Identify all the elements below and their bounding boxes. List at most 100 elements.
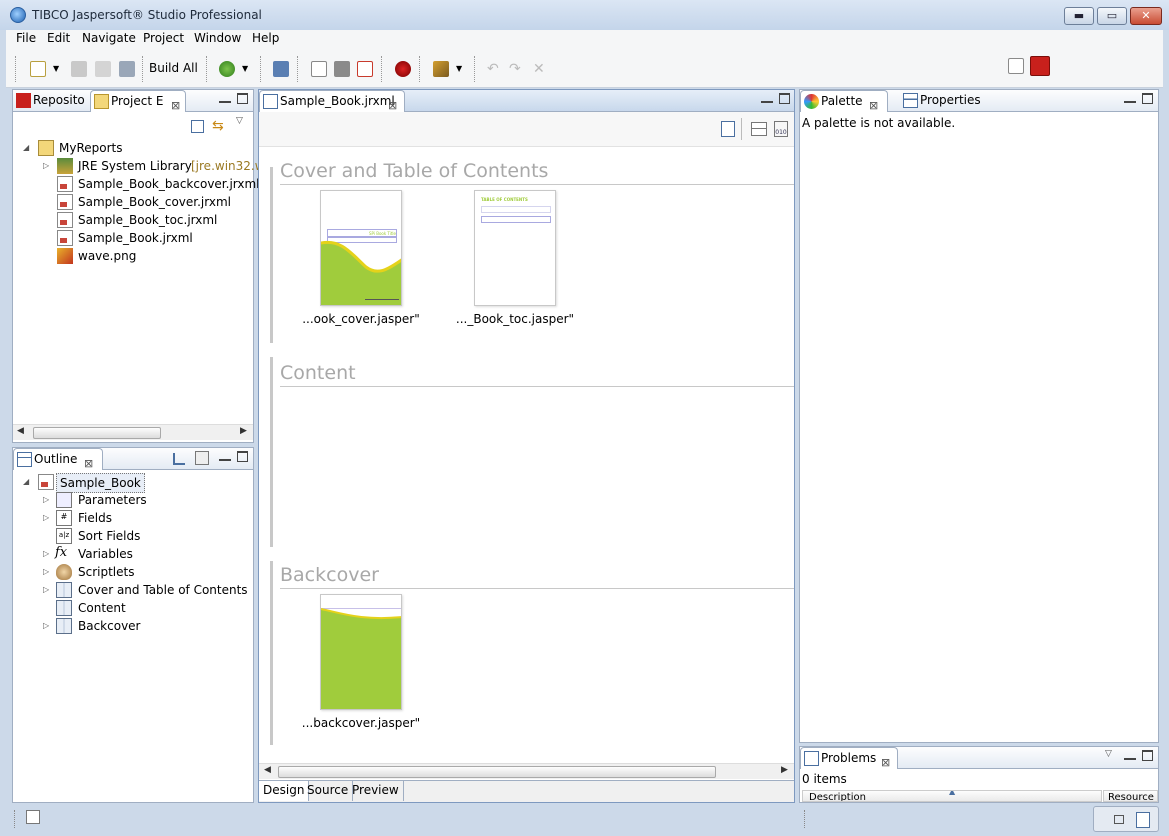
- scroll-left-icon[interactable]: ◀: [264, 765, 271, 775]
- collapsed-icon[interactable]: ▷: [43, 545, 49, 563]
- collapsed-icon[interactable]: ▷: [43, 581, 49, 599]
- column-header-description[interactable]: Description ▲: [802, 790, 1102, 802]
- scrollbar-thumb[interactable]: [278, 766, 716, 778]
- new-icon[interactable]: [30, 61, 46, 77]
- open-perspective-icon[interactable]: [1008, 58, 1024, 74]
- thumbnail-view-icon[interactable]: [195, 451, 209, 465]
- tab-repository[interactable]: Reposito: [13, 90, 89, 112]
- scrollbar-thumb[interactable]: [33, 427, 161, 439]
- run-dropdown-icon[interactable]: ▼: [242, 61, 250, 77]
- tree-label: Sample_Book_toc.jrxml: [78, 213, 218, 227]
- column-header-resource[interactable]: Resource: [1103, 790, 1158, 802]
- redo-icon[interactable]: ↷: [509, 61, 525, 77]
- save-all-icon[interactable]: [95, 61, 111, 77]
- tab-sample-book[interactable]: Sample_Book.jrxml ⊠: [259, 90, 405, 112]
- dataset-icon[interactable]: [334, 61, 350, 77]
- editor-toolbar: 010: [259, 112, 794, 147]
- folder-icon: [94, 94, 109, 109]
- expanded-icon[interactable]: ◢: [23, 139, 29, 157]
- maximize-panel-icon[interactable]: [237, 451, 248, 462]
- backcover-page-thumbnail[interactable]: [320, 594, 402, 710]
- tab-source[interactable]: Source: [303, 781, 354, 801]
- jaspersoft-perspective-icon[interactable]: [1030, 56, 1050, 76]
- maximize-panel-icon[interactable]: [1142, 93, 1153, 104]
- toolbar-separator: [381, 56, 382, 82]
- tools-icon[interactable]: [433, 61, 449, 77]
- properties-view-icon[interactable]: [751, 122, 767, 136]
- fast-view-icon[interactable]: [26, 810, 40, 824]
- build-all-button[interactable]: Build All: [149, 61, 198, 75]
- collapsed-icon[interactable]: ▷: [43, 563, 49, 581]
- tools-dropdown-icon[interactable]: ▼: [456, 61, 464, 77]
- maximize-panel-icon[interactable]: [779, 93, 790, 104]
- section-divider: [280, 184, 794, 185]
- outline-panel: Outline ⊠ ◢ Sample_Book ▷ Parameters ▷ #…: [12, 447, 254, 803]
- minimize-panel-icon[interactable]: [219, 93, 231, 103]
- tab-project-explorer[interactable]: Project E ⊠: [90, 90, 186, 112]
- menu-navigate[interactable]: Navigate: [82, 31, 136, 45]
- publish-icon[interactable]: [273, 61, 289, 77]
- collapsed-icon[interactable]: ▷: [43, 157, 49, 175]
- menu-window[interactable]: Window: [194, 31, 241, 45]
- scroll-left-icon[interactable]: ◀: [17, 426, 24, 436]
- close-tab-icon[interactable]: ⊠: [171, 95, 180, 112]
- maximize-button[interactable]: ▭: [1097, 7, 1127, 25]
- menu-file[interactable]: File: [16, 31, 36, 45]
- view-menu-icon[interactable]: ▽: [236, 116, 243, 126]
- report-icon[interactable]: [311, 61, 327, 77]
- close-tab-icon[interactable]: ⊠: [881, 752, 890, 769]
- cover-page-thumbnail[interactable]: SPi Book Title: [320, 190, 402, 306]
- cancel-icon[interactable]: ✕: [533, 61, 549, 77]
- scroll-right-icon[interactable]: ▶: [781, 765, 788, 775]
- restore-icon[interactable]: [1114, 815, 1124, 824]
- horizontal-scrollbar[interactable]: ◀ ▶: [13, 424, 253, 440]
- maximize-panel-icon[interactable]: [237, 93, 248, 104]
- save-icon[interactable]: [71, 61, 87, 77]
- tab-outline[interactable]: Outline ⊠: [13, 448, 103, 470]
- tab-properties[interactable]: Properties: [900, 90, 980, 112]
- tab-problems[interactable]: Problems ⊠: [800, 747, 898, 769]
- minimize-panel-icon[interactable]: [219, 451, 231, 461]
- scroll-right-icon[interactable]: ▶: [240, 426, 247, 436]
- close-tab-icon[interactable]: ⊠: [388, 95, 397, 112]
- collapsed-icon[interactable]: ▷: [43, 617, 49, 635]
- print-icon[interactable]: [119, 61, 135, 77]
- close-tab-icon[interactable]: ⊠: [869, 95, 878, 112]
- close-tab-icon[interactable]: ⊠: [84, 453, 93, 470]
- delete-report-icon[interactable]: [357, 61, 373, 77]
- menu-help[interactable]: Help: [252, 31, 279, 45]
- minimize-panel-icon[interactable]: [761, 93, 773, 103]
- run-icon[interactable]: [219, 61, 235, 77]
- horizontal-scrollbar[interactable]: ◀ ▶: [259, 763, 794, 779]
- collapsed-icon[interactable]: ▷: [43, 509, 49, 527]
- tab-design[interactable]: Design: [259, 781, 310, 801]
- toc-page-thumbnail[interactable]: TABLE OF CONTENTS: [474, 190, 556, 306]
- minimize-button[interactable]: ▬: [1064, 7, 1094, 25]
- menu-project[interactable]: Project: [143, 31, 184, 45]
- parameters-icon: [56, 492, 72, 508]
- debug-bug-icon[interactable]: [395, 61, 411, 77]
- toolbar-separator: [206, 56, 207, 82]
- section-title-cover: Cover and Table of Contents: [280, 160, 549, 182]
- tree-view-icon[interactable]: [173, 453, 185, 465]
- link-editor-icon[interactable]: ⇆: [212, 118, 228, 134]
- undo-icon[interactable]: ↶: [487, 61, 503, 77]
- dataset-icon[interactable]: [721, 121, 735, 137]
- menu-edit[interactable]: Edit: [47, 31, 70, 45]
- new-dropdown-icon[interactable]: ▼: [53, 61, 61, 77]
- book-section-icon: [56, 618, 72, 634]
- problems-view-icon[interactable]: [1136, 812, 1150, 828]
- minimize-panel-icon[interactable]: [1124, 93, 1136, 103]
- tab-palette[interactable]: Palette ⊠: [800, 90, 888, 112]
- view-menu-icon[interactable]: ▽: [1105, 749, 1112, 759]
- binary-view-icon[interactable]: 010: [774, 121, 788, 137]
- maximize-panel-icon[interactable]: [1142, 750, 1153, 761]
- minimize-panel-icon[interactable]: [1124, 750, 1136, 760]
- tab-preview[interactable]: Preview: [348, 781, 404, 801]
- collapse-all-icon[interactable]: [191, 120, 204, 133]
- tree-label: Sample_Book.jrxml: [78, 231, 193, 245]
- close-window-button[interactable]: ✕: [1130, 7, 1162, 25]
- repository-icon: [16, 93, 31, 108]
- expanded-icon[interactable]: ◢: [23, 473, 29, 491]
- collapsed-icon[interactable]: ▷: [43, 491, 49, 509]
